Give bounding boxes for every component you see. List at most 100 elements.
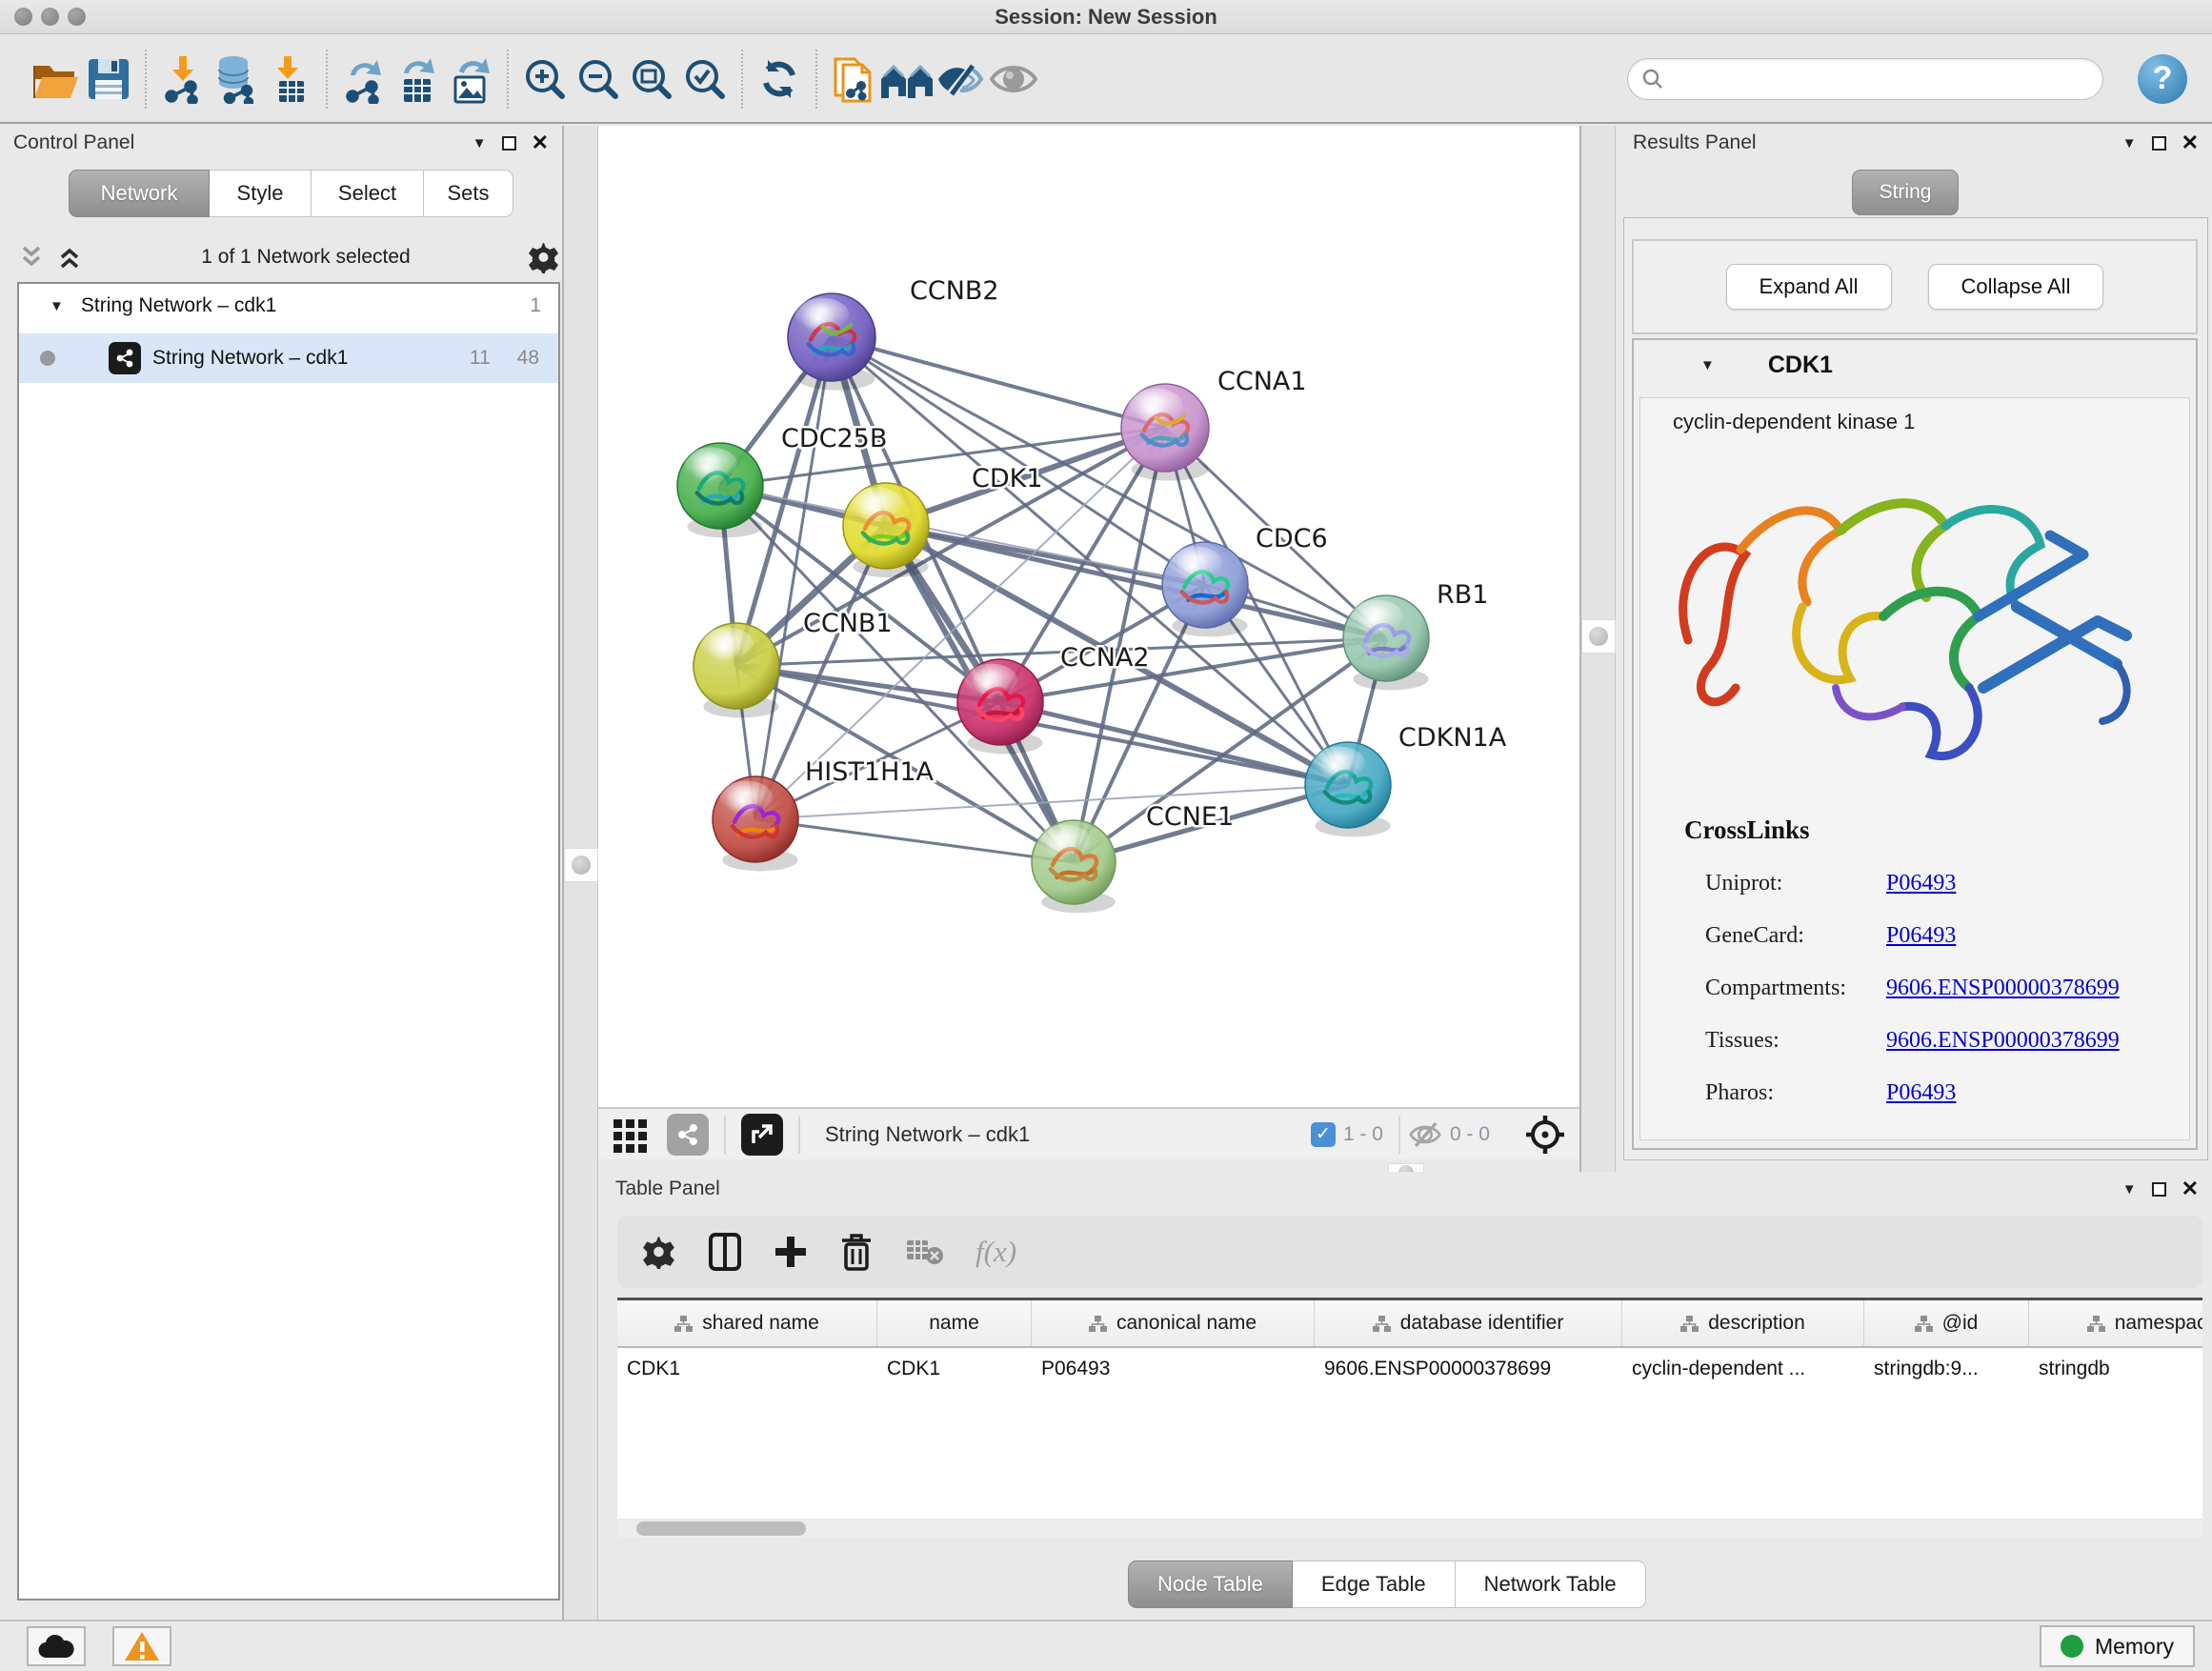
- zoom-selected-button[interactable]: [678, 49, 732, 110]
- zoom-fit-button[interactable]: [625, 49, 678, 110]
- expand-all-button[interactable]: Expand All: [1726, 264, 1892, 310]
- toolbar-search[interactable]: [1627, 58, 2103, 100]
- column-header-name[interactable]: name: [877, 1300, 1032, 1346]
- table-cell[interactable]: 9606.ENSP00000378699: [1315, 1348, 1622, 1392]
- import-table-button[interactable]: [263, 49, 316, 110]
- network-node-RB1[interactable]: [1343, 595, 1429, 690]
- network-node-CCNB1[interactable]: [694, 623, 779, 717]
- network-node-CCNA2[interactable]: [957, 659, 1043, 754]
- divider-handle[interactable]: [1581, 619, 1616, 654]
- crosslink-link[interactable]: P06493: [1886, 871, 1956, 896]
- zoom-in-button[interactable]: [518, 49, 572, 110]
- tab-network-table[interactable]: Network Table: [1456, 1560, 1646, 1608]
- crosslink-link[interactable]: 9606.ENSP00000378699: [1886, 976, 2120, 1001]
- tab-network[interactable]: Network: [69, 170, 210, 217]
- crosslink-link[interactable]: 9606.ENSP00000378699: [1886, 1028, 2120, 1054]
- scrollbar-thumb[interactable]: [636, 1521, 806, 1536]
- help-button[interactable]: ?: [2138, 54, 2187, 104]
- table-cell[interactable]: stringdb:9...: [1864, 1348, 2029, 1392]
- table-cell[interactable]: stringdb: [2029, 1348, 2202, 1392]
- collection-expand-icon[interactable]: ▼: [50, 298, 64, 314]
- crosslink-link[interactable]: P06493: [1886, 1080, 1956, 1106]
- table-row[interactable]: CDK1CDK1P064939606.ENSP00000378699cyclin…: [617, 1348, 2202, 1392]
- gear-icon[interactable]: [528, 241, 560, 273]
- column-header-shared-name[interactable]: shared name: [617, 1300, 877, 1346]
- float-panel-icon[interactable]: [2152, 1182, 2166, 1197]
- network-node-CDC25B[interactable]: [677, 443, 763, 537]
- add-column-icon[interactable]: [774, 1235, 808, 1269]
- left-panel-divider[interactable]: [562, 126, 598, 1620]
- tab-style[interactable]: Style: [210, 170, 312, 217]
- network-from-document-button[interactable]: [827, 49, 880, 110]
- table-cell[interactable]: CDK1: [617, 1348, 877, 1392]
- column-header-namespace[interactable]: namespace: [2029, 1300, 2202, 1346]
- hidden-eye-icon[interactable]: [1408, 1120, 1442, 1149]
- open-session-button[interactable]: [29, 49, 82, 110]
- column-header--id[interactable]: @id: [1864, 1300, 2029, 1346]
- tab-edge-table[interactable]: Edge Table: [1293, 1560, 1456, 1608]
- divider-handle[interactable]: [564, 848, 598, 882]
- network-node-CCNB2[interactable]: [788, 293, 875, 391]
- close-panel-icon[interactable]: ✕: [2182, 1177, 2199, 1201]
- delete-column-icon[interactable]: [840, 1233, 873, 1271]
- gene-expand-icon[interactable]: ▼: [1700, 357, 1715, 373]
- tab-node-table[interactable]: Node Table: [1128, 1560, 1293, 1608]
- export-image-button[interactable]: [444, 49, 497, 110]
- network-node-CCNA1[interactable]: [1121, 384, 1209, 481]
- export-table-button[interactable]: [391, 49, 444, 110]
- import-network-file-button[interactable]: [156, 49, 210, 110]
- network-node-CCNE1[interactable]: [1032, 820, 1116, 913]
- table-cell[interactable]: CDK1: [877, 1348, 1032, 1392]
- table-hscrollbar[interactable]: [617, 1520, 2202, 1538]
- import-network-database-button[interactable]: [210, 49, 263, 110]
- panel-menu-icon[interactable]: ▼: [2122, 1181, 2137, 1198]
- collapse-all-icon[interactable]: [17, 244, 46, 271]
- show-all-button[interactable]: [987, 49, 1040, 110]
- network-node-HIST1H1A[interactable]: [713, 776, 798, 871]
- table-settings-gear-icon[interactable]: [642, 1235, 676, 1269]
- network-canvas[interactable]: CCNB2CCNA1CDC25BCDK1CDC6RB1CCNB1CCNA2CDK…: [598, 126, 1579, 1107]
- network-edge-CCNE1-HIST1H1A[interactable]: [755, 819, 1074, 862]
- export-network-button[interactable]: [337, 49, 391, 110]
- table-cell[interactable]: cyclin-dependent ...: [1622, 1348, 1864, 1392]
- share-view-icon[interactable]: [667, 1114, 709, 1156]
- hide-selected-button[interactable]: [934, 49, 987, 110]
- network-collection-row[interactable]: ▼ String Network – cdk1 1: [19, 284, 558, 328]
- grid-mode-icon[interactable]: [612, 1116, 650, 1154]
- tab-string[interactable]: String: [1852, 170, 1959, 215]
- selected-checkbox[interactable]: ✓: [1311, 1122, 1336, 1147]
- network-node-CDKN1A[interactable]: [1305, 742, 1391, 836]
- network-edge-CCNA2-CDKN1A[interactable]: [1000, 702, 1348, 785]
- search-input[interactable]: [1672, 68, 2089, 90]
- open-in-window-icon[interactable]: [741, 1114, 783, 1156]
- network-edge-CCNB2-HIST1H1A[interactable]: [755, 337, 832, 819]
- panel-menu-icon[interactable]: ▼: [473, 135, 487, 151]
- show-columns-icon[interactable]: [709, 1233, 741, 1271]
- save-session-button[interactable]: [82, 49, 135, 110]
- expand-all-icon[interactable]: [55, 244, 84, 271]
- memory-button[interactable]: Memory: [2040, 1625, 2195, 1667]
- show-neighborhoods-button[interactable]: [880, 49, 934, 110]
- network-row[interactable]: String Network – cdk1 11 48: [19, 333, 558, 383]
- column-header-canonical-name[interactable]: canonical name: [1032, 1300, 1315, 1346]
- refresh-button[interactable]: [753, 49, 806, 110]
- tab-select[interactable]: Select: [312, 170, 424, 217]
- warnings-button[interactable]: [112, 1626, 171, 1666]
- close-panel-icon[interactable]: ✕: [532, 131, 549, 155]
- float-panel-icon[interactable]: [502, 136, 516, 151]
- collapse-all-button[interactable]: Collapse All: [1928, 264, 2104, 310]
- network-node-CDC6[interactable]: [1162, 542, 1248, 636]
- float-panel-icon[interactable]: [2152, 136, 2166, 151]
- birdseye-icon[interactable]: [1524, 1114, 1566, 1156]
- column-header-database-identifier[interactable]: database identifier: [1315, 1300, 1622, 1346]
- crosslink-link[interactable]: P06493: [1886, 923, 1956, 949]
- network-node-CDK1[interactable]: [843, 483, 929, 577]
- database-icon: [212, 54, 260, 104]
- cloud-status-button[interactable]: [27, 1626, 86, 1666]
- tab-sets[interactable]: Sets: [424, 170, 513, 217]
- column-header-description[interactable]: description: [1622, 1300, 1864, 1346]
- zoom-out-button[interactable]: [572, 49, 625, 110]
- close-panel-icon[interactable]: ✕: [2182, 131, 2199, 155]
- panel-menu-icon[interactable]: ▼: [2122, 135, 2137, 151]
- table-cell[interactable]: P06493: [1032, 1348, 1315, 1392]
